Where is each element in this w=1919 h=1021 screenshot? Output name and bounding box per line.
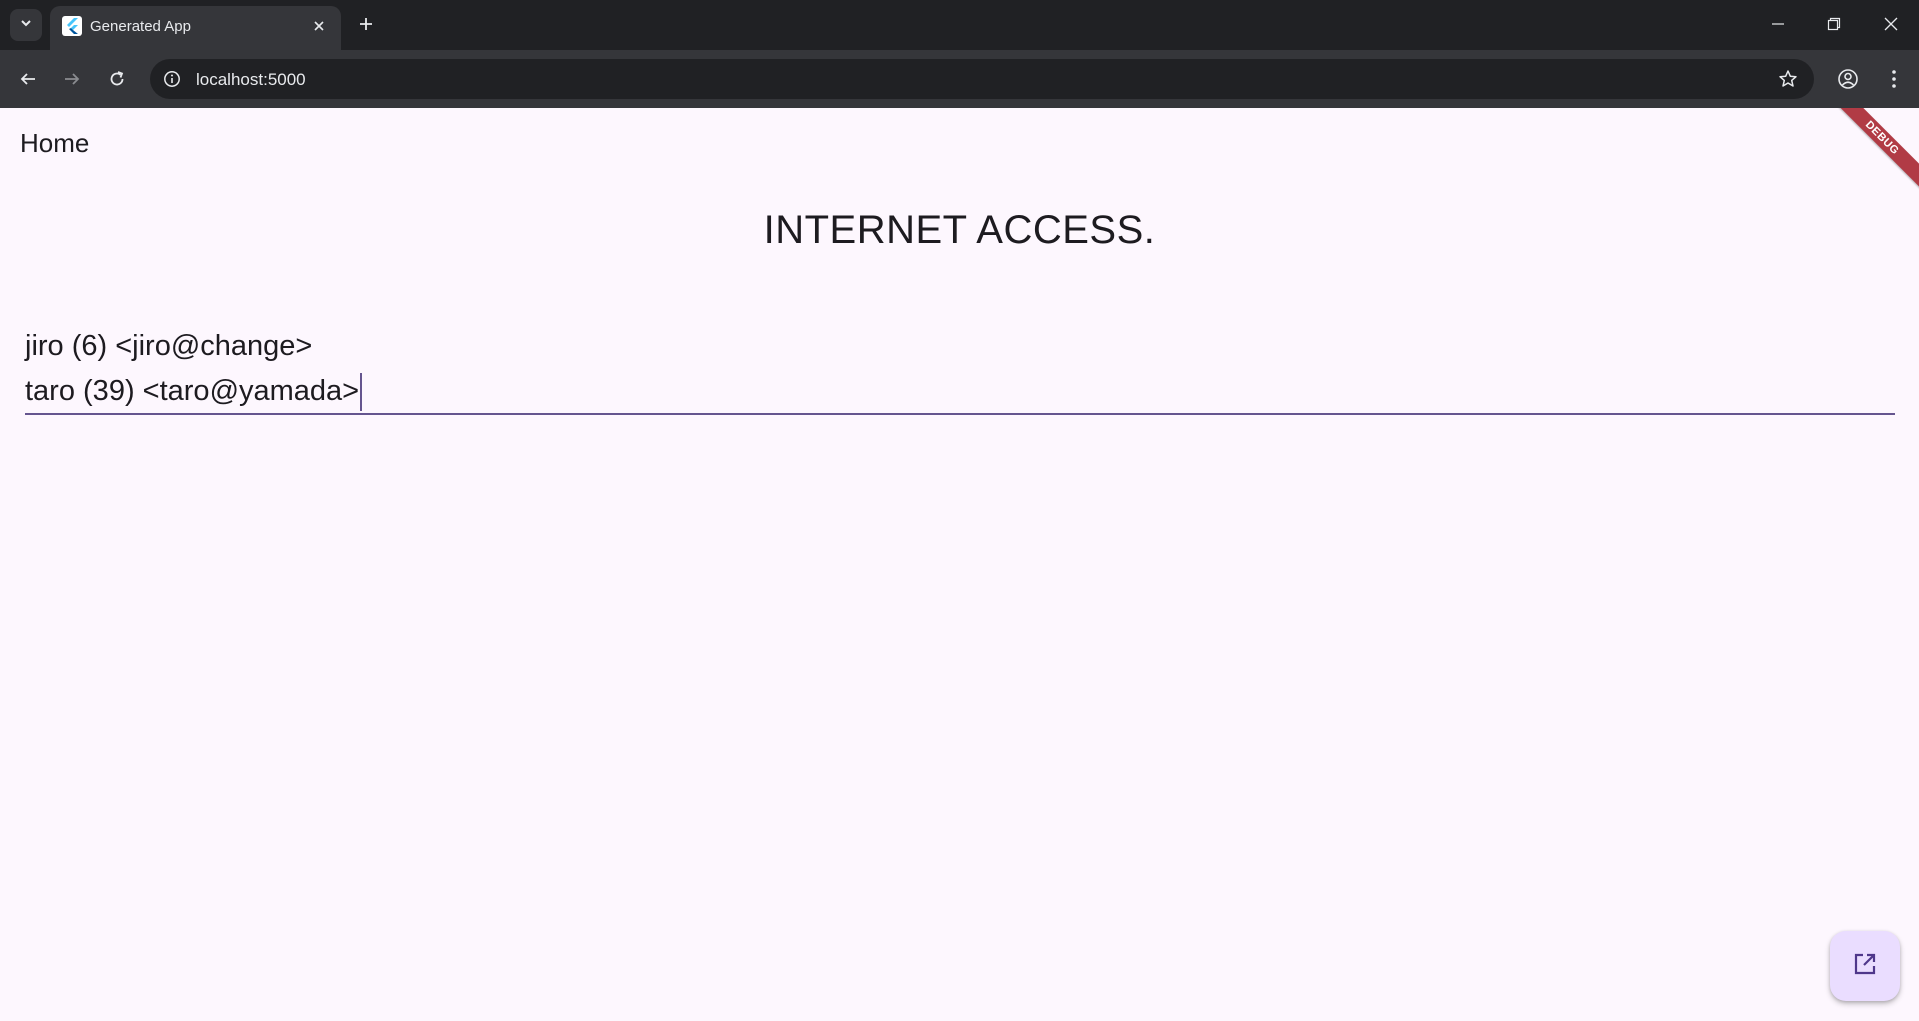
text-cursor — [360, 373, 363, 412]
tab-close-icon[interactable] — [309, 16, 329, 36]
flutter-icon — [62, 16, 82, 36]
open-in-new-fab[interactable] — [1830, 931, 1900, 1001]
text-field-line: jiro (6) <jiro@change> — [25, 330, 313, 362]
forward-arrow-icon[interactable] — [56, 63, 88, 95]
profile-icon[interactable] — [1832, 63, 1864, 95]
window-close-icon[interactable] — [1868, 6, 1914, 42]
new-tab-plus-icon[interactable] — [352, 10, 380, 38]
address-bar[interactable]: localhost:5000 — [150, 59, 1814, 99]
page-headline: INTERNET ACCESS. — [763, 208, 1156, 252]
app-page: Home INTERNET ACCESS. jiro (6) <jiro@cha… — [0, 108, 1919, 1021]
open-in-new-icon — [1851, 950, 1879, 983]
debug-banner: DEBUG — [1823, 108, 1919, 197]
minimize-icon[interactable] — [1755, 6, 1801, 42]
tab-search-button[interactable] — [10, 9, 42, 41]
reload-icon[interactable] — [101, 63, 133, 95]
appbar-title: Home — [20, 128, 90, 158]
restore-icon[interactable] — [1811, 6, 1857, 42]
multiline-text-field[interactable]: jiro (6) <jiro@change> taro (39) <taro@y… — [25, 324, 1895, 415]
bookmark-star-icon[interactable] — [1776, 67, 1800, 91]
chevron-down-icon — [19, 16, 33, 35]
browser-titlebar: Generated App — [0, 0, 1919, 50]
browser-tab-active[interactable]: Generated App — [50, 6, 341, 50]
browser-toolbar: localhost:5000 — [0, 50, 1919, 108]
back-arrow-icon[interactable] — [12, 63, 44, 95]
tab-title: Generated App — [90, 18, 191, 35]
url-text: localhost:5000 — [196, 70, 306, 89]
text-field-line-text: taro (39) <taro@yamada> — [25, 375, 360, 407]
more-options-icon[interactable] — [1878, 63, 1910, 95]
text-field-line: taro (39) <taro@yamada> — [25, 369, 1895, 414]
site-info-icon[interactable] — [160, 67, 184, 91]
